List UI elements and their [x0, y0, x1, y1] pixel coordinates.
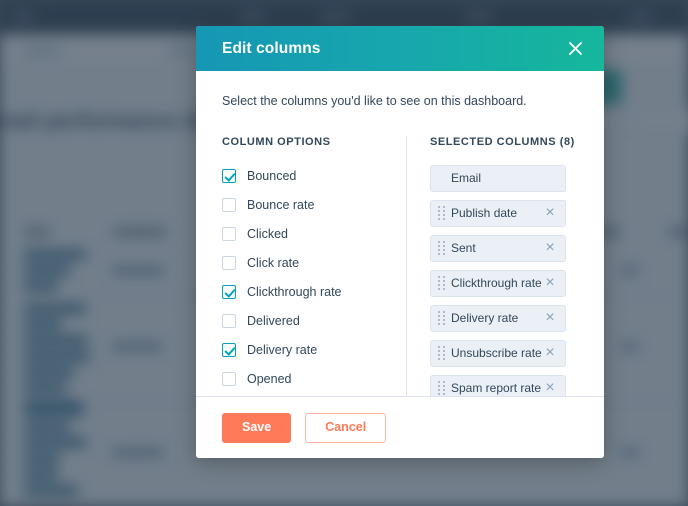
modal-description: Select the columns you'd like to see on … [222, 94, 527, 108]
modal-body: Select the columns you'd like to see on … [196, 71, 604, 396]
columns-panes: COLUMN OPTIONS Bounced Bounce rate Clicked… [222, 135, 578, 397]
column-option-label: Opened [247, 371, 292, 386]
column-options-pane: COLUMN OPTIONS Bounced Bounce rate Clicked… [222, 136, 400, 397]
column-option-row[interactable]: Delivery rate [222, 339, 386, 361]
remove-column-icon[interactable]: × [543, 309, 557, 326]
edit-columns-modal: Edit columns Select the columns you'd li… [196, 26, 604, 458]
drag-handle-icon[interactable] [437, 311, 445, 326]
selected-column-label: Email [451, 171, 482, 185]
column-option-row[interactable]: Click rate [222, 252, 386, 274]
selected-column-label: Publish date [451, 206, 518, 220]
save-button[interactable]: Save [222, 412, 292, 443]
remove-column-icon[interactable]: × [543, 379, 557, 396]
column-option-label: Bounced [247, 168, 297, 183]
screen: Email performance dashboard [0, 0, 688, 506]
checkbox-unchecked-icon[interactable] [222, 313, 236, 328]
checkbox-unchecked-icon[interactable] [222, 255, 236, 270]
column-option-row[interactable]: Clickthrough rate [222, 281, 386, 303]
checkbox-checked-icon[interactable] [222, 284, 236, 299]
selected-column-label: Sent [451, 241, 476, 255]
modal-footer: Save Cancel [196, 396, 604, 458]
remove-column-icon[interactable]: × [543, 274, 557, 291]
selected-column-item[interactable]: Sent × [430, 234, 566, 262]
column-option-label: Clickthrough rate [247, 284, 342, 299]
column-option-label: Bounce rate [247, 197, 315, 212]
column-options-heading: COLUMN OPTIONS [222, 135, 331, 148]
panes-divider [406, 135, 407, 396]
checkbox-checked-icon[interactable] [222, 342, 236, 357]
selected-columns-pane: SELECTED COLUMNS (8) Email×Publish date×… [430, 135, 578, 396]
selected-column-label: Unsubscribe rate [451, 346, 542, 360]
selected-column-item[interactable]: Unsubscribe rate × [430, 339, 566, 367]
selected-column-item[interactable]: Publish date × [430, 199, 566, 227]
checkbox-checked-icon[interactable] [222, 168, 236, 183]
remove-column-icon[interactable]: × [543, 344, 557, 361]
modal-title: Edit columns [222, 39, 321, 57]
selected-column-item[interactable]: Email× [430, 164, 566, 192]
checkbox-unchecked-icon[interactable] [222, 226, 236, 241]
selected-column-label: Delivery rate [451, 311, 519, 325]
selected-column-item[interactable]: Clickthrough rate × [430, 269, 566, 297]
column-option-row[interactable]: Bounced [222, 165, 386, 187]
modal-header: Edit columns [196, 26, 604, 71]
close-icon[interactable] [564, 38, 586, 60]
column-option-row[interactable]: Opened [222, 368, 386, 390]
column-options-list[interactable]: Bounced Bounce rate Clicked Click rate Click… [222, 165, 400, 397]
column-option-label: Delivered [247, 313, 300, 328]
selected-columns-heading: SELECTED COLUMNS (8) [430, 135, 575, 148]
column-option-label: Click rate [247, 255, 300, 270]
column-option-label: Delivery rate [247, 342, 318, 357]
selected-columns-list[interactable]: Email×Publish date×Sent×Clickthrough rat… [430, 164, 578, 396]
column-option-label: Clicked [247, 226, 288, 241]
checkbox-unchecked-icon[interactable] [222, 371, 236, 386]
column-option-row[interactable]: Clicked [222, 223, 386, 245]
selected-column-item[interactable]: Spam report rate × [430, 374, 566, 396]
selected-column-label: Spam report rate [451, 381, 542, 395]
column-option-row[interactable]: Bounce rate [222, 194, 386, 216]
selected-column-label: Clickthrough rate [451, 276, 542, 290]
checkbox-unchecked-icon[interactable] [222, 197, 236, 212]
drag-handle-icon[interactable] [437, 381, 445, 396]
cancel-button[interactable]: Cancel [305, 412, 387, 443]
remove-column-icon[interactable]: × [543, 239, 557, 256]
drag-handle-icon[interactable] [437, 346, 445, 361]
column-option-row[interactable]: Delivered [222, 310, 386, 332]
drag-handle-icon[interactable] [437, 206, 445, 221]
drag-handle-icon[interactable] [437, 241, 445, 256]
drag-handle-icon[interactable] [437, 276, 445, 291]
selected-column-item[interactable]: Delivery rate × [430, 304, 566, 332]
remove-column-icon[interactable]: × [543, 204, 557, 221]
